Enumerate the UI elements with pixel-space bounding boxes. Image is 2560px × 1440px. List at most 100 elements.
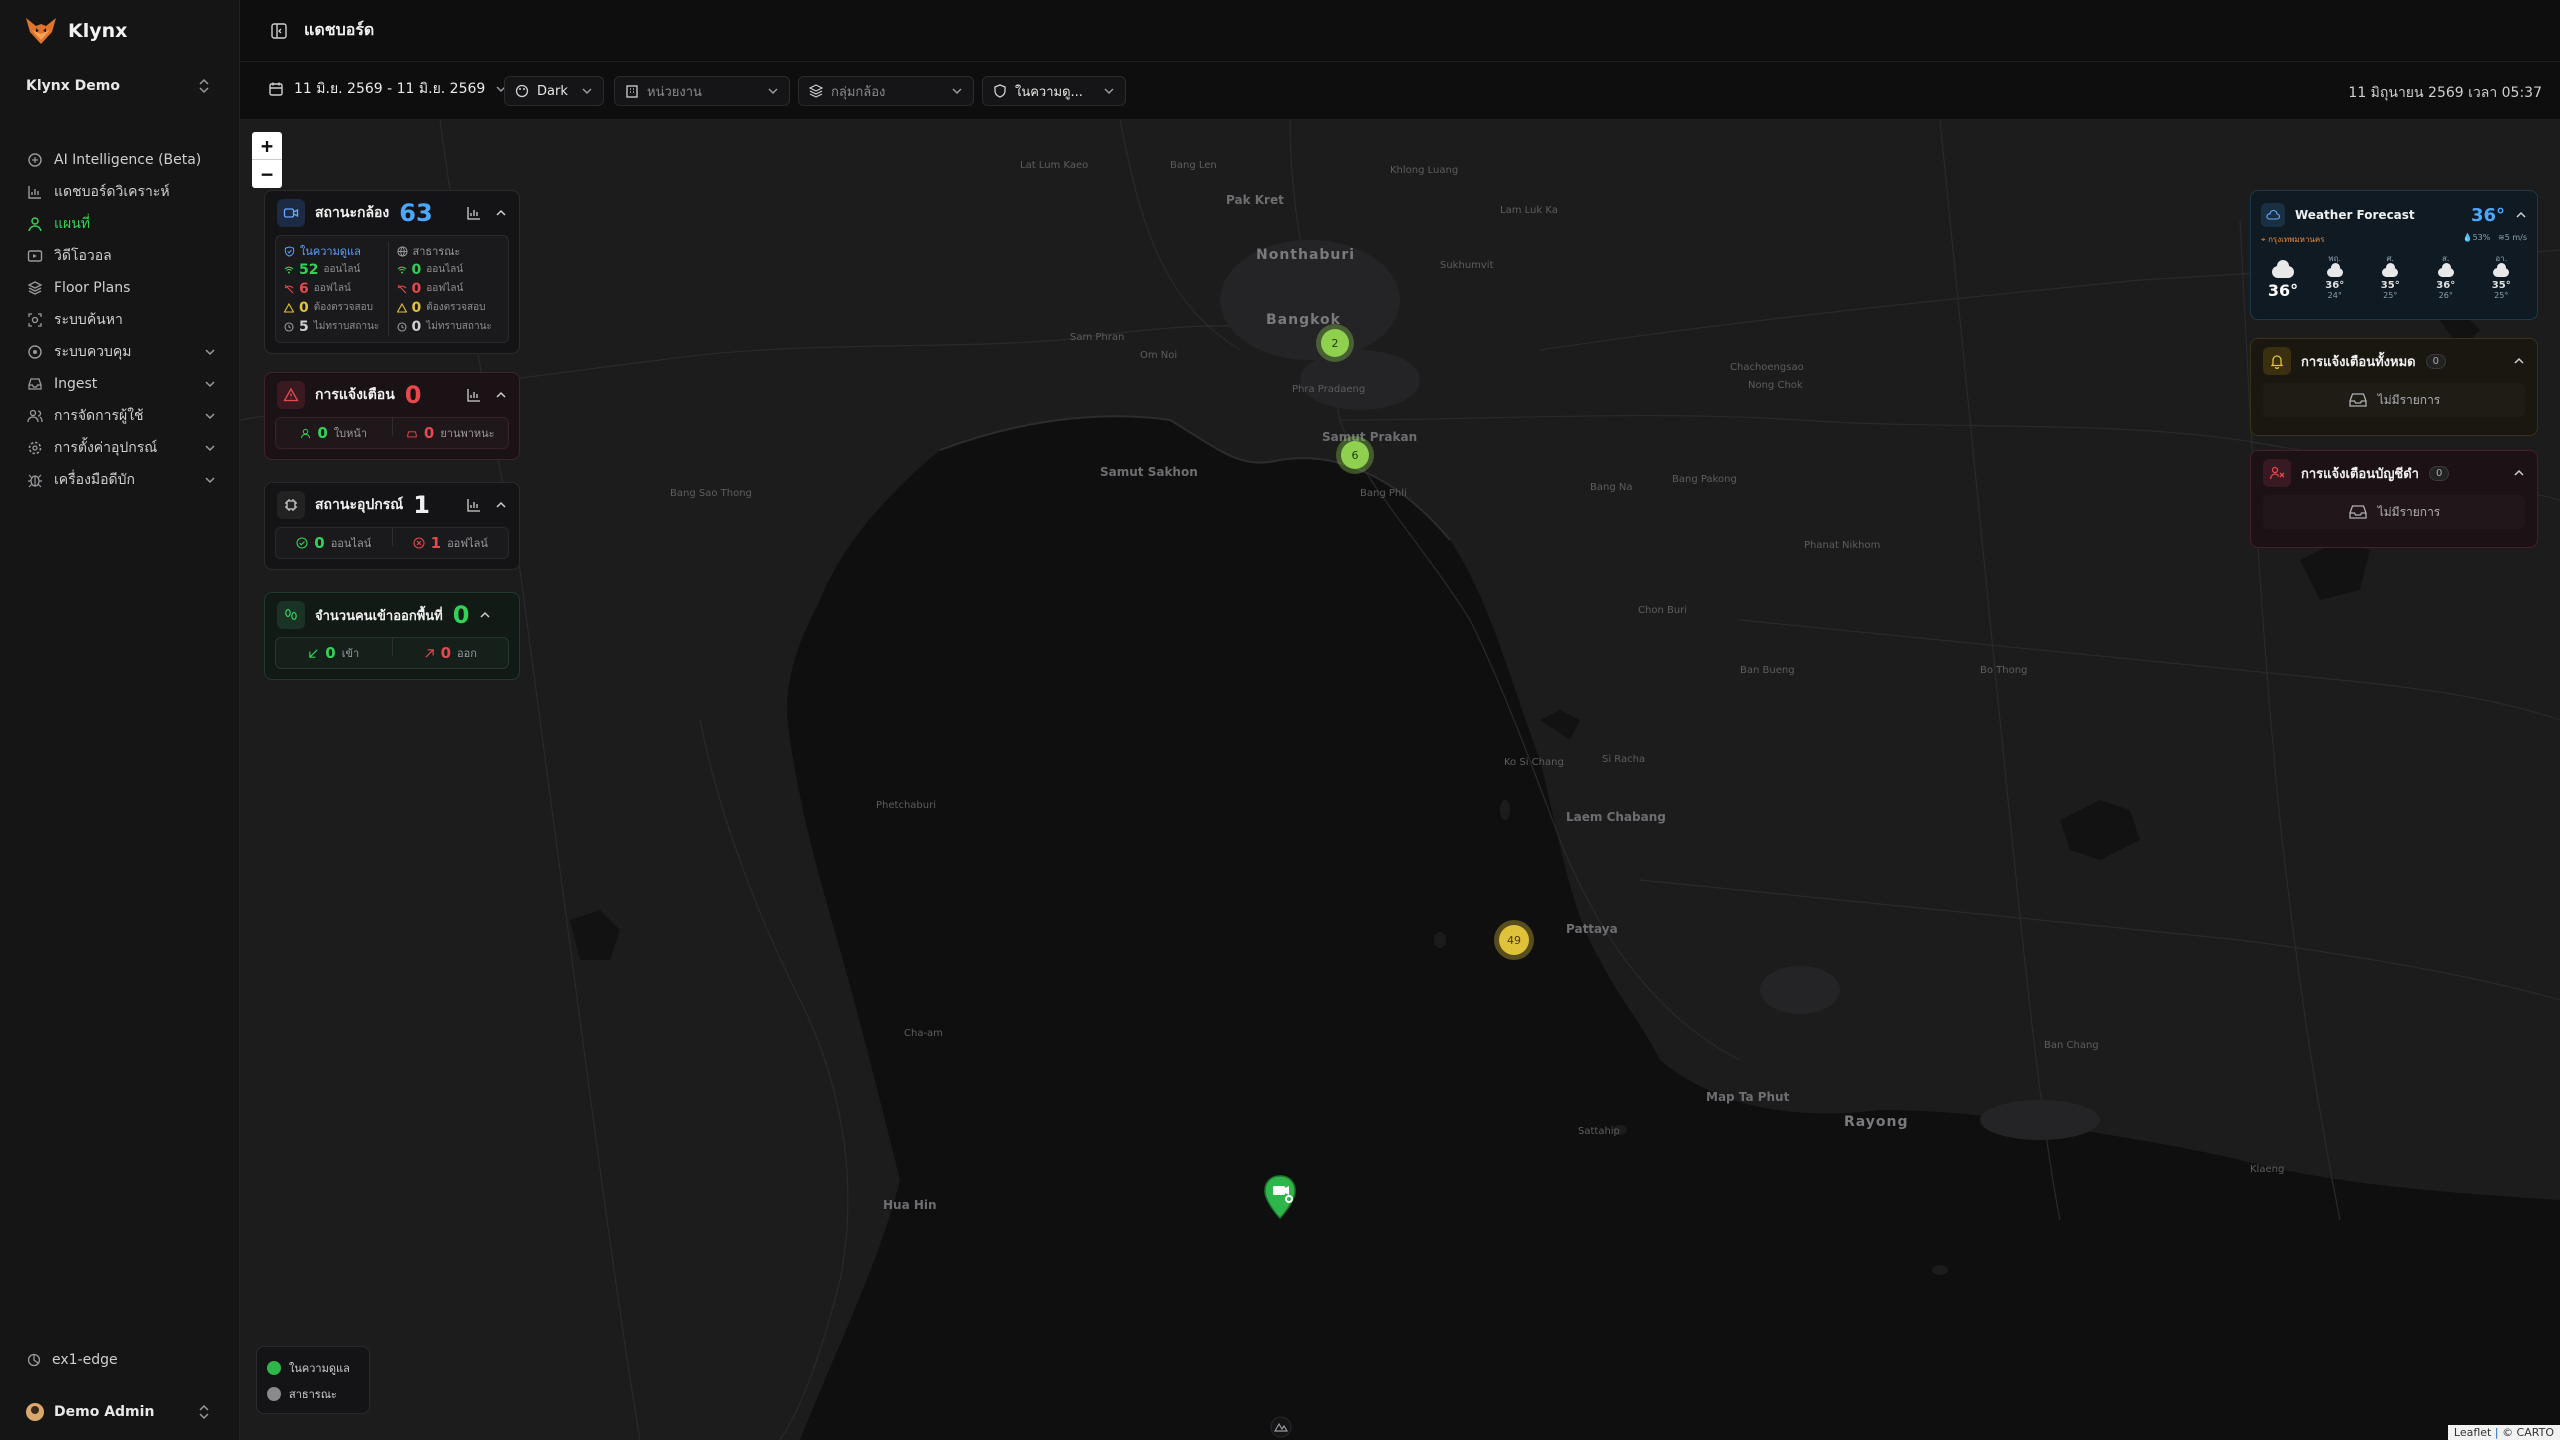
sidebar-item-ai[interactable]: AI Intelligence (Beta)	[26, 144, 216, 176]
inbox-icon	[2349, 393, 2367, 407]
sidebar-toggle-icon[interactable]	[270, 22, 288, 40]
chevron-down-icon	[768, 88, 778, 95]
blacklist-alerts-title: การแจ้งเตือนบัญชีดำ	[2301, 466, 2419, 482]
chevron-up-icon[interactable]	[2515, 209, 2527, 221]
sidebar-item-device-settings[interactable]: การตั้งค่าอุปกรณ์	[26, 432, 216, 464]
chevron-up-icon[interactable]	[495, 499, 507, 511]
legend-owned: ในความดูแล	[267, 1355, 359, 1381]
all-alerts-widget: การแจ้งเตือนทั้งหมด 0 ไม่มีรายการ	[2250, 338, 2538, 436]
device-offline-count: 1	[430, 534, 442, 552]
chevron-up-icon[interactable]	[479, 609, 491, 621]
x-circle-icon	[413, 537, 425, 549]
zoom-in-button[interactable]: +	[252, 132, 282, 160]
terrain-icon[interactable]	[1270, 1416, 1292, 1438]
offline-label: ออฟไลน์	[313, 283, 351, 294]
map-canvas[interactable]: Pak Kret Nonthaburi Bangkok Samut Prakan…	[240, 120, 2560, 1440]
sidebar-item-videowall[interactable]: วิดีโอวอล	[26, 240, 216, 272]
widget-title: การแจ้งเตือน	[315, 387, 395, 403]
faces-count: 0	[317, 424, 328, 442]
camera-pin-marker[interactable]	[1262, 1174, 1298, 1220]
sidebar-item-label: แผนที่	[54, 216, 91, 232]
cloud-icon	[2326, 263, 2343, 277]
forecast-low: 25°	[2494, 291, 2509, 300]
bar-chart-icon[interactable]	[467, 498, 481, 512]
building-icon	[626, 85, 638, 98]
sidebar-item-map[interactable]: แผนที่	[26, 208, 216, 240]
chevron-up-icon[interactable]	[2513, 467, 2525, 479]
sidebar-item-debug[interactable]: เครื่องมือดีบัก	[26, 464, 216, 496]
carto-link[interactable]: © CARTO	[2502, 1426, 2554, 1439]
unit-select[interactable]: หน่วยงาน	[614, 76, 790, 106]
unit-placeholder: หน่วยงาน	[647, 84, 702, 100]
user-menu[interactable]: Demo Admin	[26, 1403, 210, 1421]
map-legend: ในความดูแล สาธารณะ	[256, 1346, 370, 1414]
alerts-total-count: 0	[404, 381, 422, 409]
edge-node-item[interactable]: ex1-edge	[26, 1352, 118, 1368]
bar-chart-icon[interactable]	[467, 206, 481, 220]
public-warn-count: 0	[411, 299, 422, 316]
map-cluster-marker[interactable]: 49	[1494, 920, 1534, 960]
sidebar-item-users[interactable]: การจัดการผู้ใช้	[26, 400, 216, 432]
online-label: ออนไลน์	[426, 264, 464, 275]
users-icon	[26, 407, 44, 425]
sidebar-item-control[interactable]: ระบบควบคุม	[26, 336, 216, 368]
zoom-out-button[interactable]: −	[252, 160, 282, 188]
owned-online-count: 52	[299, 261, 319, 278]
sidebar-item-label: การจัดการผู้ใช้	[54, 408, 144, 424]
leaflet-link[interactable]: Leaflet	[2454, 1426, 2491, 1439]
device-status-widget: สถานะอุปกรณ์ 1 0 ออนไลน์ 1 ออฟไลน์	[264, 482, 520, 570]
vehicles-label: ยานพาหนะ	[440, 427, 495, 440]
map-cluster-marker[interactable]: 6	[1336, 436, 1374, 474]
sidebar-nav: AI Intelligence (Beta) แดชบอร์ดวิเคราะห์…	[26, 144, 216, 496]
camera-group-select[interactable]: กลุ่มกล้อง	[798, 76, 974, 106]
owned-offline-row: 6 ออฟไลน์	[284, 279, 388, 298]
owned-unknown-count: 5	[299, 318, 309, 335]
sidebar-item-search[interactable]: ระบบค้นหา	[26, 304, 216, 336]
sidebar-item-ingest[interactable]: Ingest	[26, 368, 216, 400]
scan-search-icon	[26, 311, 44, 329]
chevron-down-icon	[205, 349, 215, 356]
org-switcher[interactable]: Klynx Demo	[26, 78, 210, 94]
date-range-picker[interactable]: 11 มิ.ย. 2569 - 11 มิ.ย. 2569	[268, 78, 507, 100]
alerts-widget: การแจ้งเตือน 0 0 ใบหน้า 0 ยานพาหนะ	[264, 372, 520, 460]
cluster-count: 49	[1499, 925, 1529, 955]
blacklist-alerts-empty: ไม่มีรายการ	[2263, 495, 2525, 529]
analytics-icon	[26, 183, 44, 201]
map-label: Lat Lum Kaeo	[1020, 160, 1089, 171]
brand[interactable]: Klynx	[24, 16, 127, 46]
legend-public-label: สาธารณะ	[289, 1388, 337, 1401]
map-label: Cha-am	[904, 1028, 943, 1039]
device-online-label: ออนไลน์	[330, 537, 372, 550]
layers-icon	[809, 84, 823, 98]
warn-label: ต้องตรวจสอบ	[313, 302, 373, 313]
edge-node-label: ex1-edge	[52, 1352, 118, 1368]
map-cluster-marker[interactable]: 2	[1316, 324, 1354, 362]
device-offline-stat: 1 ออฟไลน์	[393, 528, 509, 558]
map-label: Khlong Luang	[1390, 165, 1459, 176]
map-label: Laem Chabang	[1566, 810, 1666, 824]
chevron-up-icon[interactable]	[495, 207, 507, 219]
all-alerts-empty: ไม่มีรายการ	[2263, 383, 2525, 417]
sidebar-item-analytics[interactable]: แดชบอร์ดวิเคราะห์	[26, 176, 216, 208]
wifi-icon	[397, 266, 406, 273]
theme-select[interactable]: Dark	[504, 76, 604, 106]
forecast-high: 36°	[2325, 280, 2345, 291]
sidebar-item-label: ระบบควบคุม	[54, 344, 132, 360]
owned-camera-icon	[267, 1361, 281, 1375]
chevron-up-icon[interactable]	[2513, 355, 2525, 367]
device-online-stat: 0 ออนไลน์	[276, 528, 392, 558]
sidebar-item-floorplans[interactable]: Floor Plans	[26, 272, 216, 304]
map-label: Samut Sakhon	[1100, 465, 1198, 479]
public-offline-row: 0 ออฟไลน์	[397, 279, 501, 298]
weather-title: Weather Forecast	[2295, 208, 2415, 222]
forecast-day: ส. 36° 26°	[2420, 252, 2472, 300]
date-range-value: 11 มิ.ย. 2569 - 11 มิ.ย. 2569	[294, 81, 486, 97]
sidebar-item-label: วิดีโอวอล	[54, 248, 112, 264]
map-label: Phra Pradaeng	[1292, 384, 1366, 395]
bar-chart-icon[interactable]	[467, 388, 481, 402]
blacklist-alerts-widget: การแจ้งเตือนบัญชีดำ 0 ไม่มีรายการ	[2250, 450, 2538, 548]
scope-select[interactable]: ในความดู...	[982, 76, 1126, 106]
weather-wind: 5 m/s	[2504, 233, 2527, 242]
map-label: Sukhumvit	[1440, 260, 1494, 271]
chevron-up-icon[interactable]	[495, 389, 507, 401]
